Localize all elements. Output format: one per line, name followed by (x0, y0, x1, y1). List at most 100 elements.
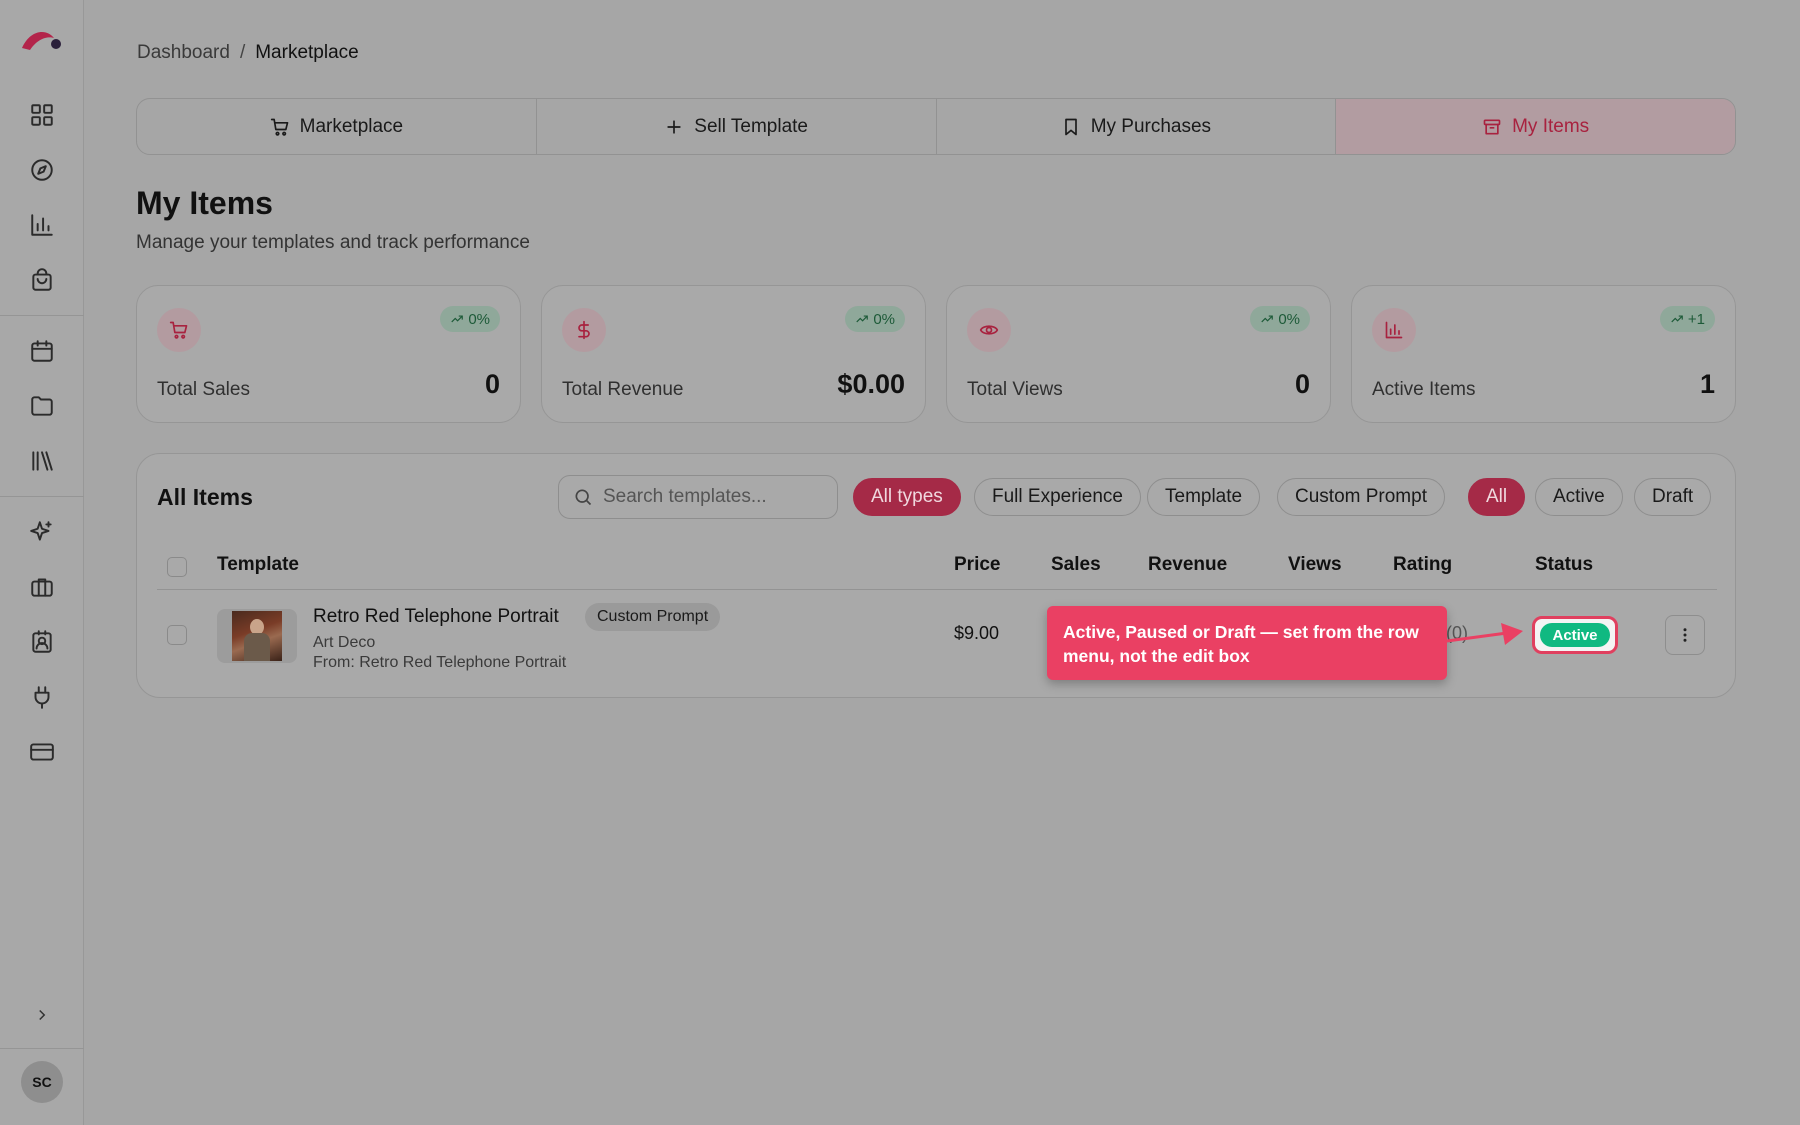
sidebar: SC (0, 0, 84, 1125)
column-header: Status (1535, 554, 1594, 575)
template-category: Art Deco (313, 634, 376, 651)
trend-value: 0% (468, 310, 490, 328)
eye-icon (967, 308, 1011, 352)
grid-icon[interactable] (27, 100, 57, 130)
plug-icon[interactable] (27, 682, 57, 712)
filter-all-types[interactable]: All types (853, 478, 961, 516)
brand-logo-icon[interactable] (20, 26, 64, 56)
cart-icon (157, 308, 201, 352)
column-header: Revenue (1148, 554, 1228, 575)
callout-arrow-icon (1446, 623, 1523, 645)
stat-card-active-items: +1 Active Items 1 (1351, 285, 1736, 423)
template-type-tag: Custom Prompt (585, 603, 721, 631)
expand-sidebar-icon[interactable] (30, 1003, 54, 1027)
page-subtitle: Manage your templates and track performa… (136, 232, 530, 253)
tutorial-callout: Active, Paused or Draft — set from the r… (1047, 606, 1447, 680)
template-name[interactable]: Retro Red Telephone Portrait (313, 606, 559, 628)
stat-value: 0 (484, 369, 500, 399)
trending-up-icon (856, 315, 869, 323)
column-header: Price (954, 554, 1001, 575)
column-header: Views (1288, 554, 1342, 575)
page-title: My Items (136, 185, 273, 221)
library-icon[interactable] (27, 446, 57, 476)
trend-badge: 0% (1250, 306, 1310, 332)
calendar-icon[interactable] (27, 336, 57, 366)
tab-label: Marketplace (299, 115, 404, 137)
breadcrumb-current: Marketplace (255, 42, 359, 63)
filter-template[interactable]: Template (1147, 478, 1261, 516)
trend-value: +1 (1687, 310, 1705, 328)
row-checkbox[interactable] (167, 625, 187, 645)
bar-chart-icon[interactable] (27, 210, 57, 240)
tab-marketplace[interactable]: Marketplace (137, 99, 537, 154)
sidebar-divider (0, 315, 84, 316)
trending-up-icon (1671, 315, 1683, 323)
stat-label: Total Views (967, 379, 1063, 400)
search-input[interactable] (603, 486, 813, 508)
marketplace-tabs: Marketplace Sell Template My Purchases M… (136, 98, 1736, 155)
compass-icon[interactable] (27, 155, 57, 185)
more-vertical-icon (1683, 628, 1687, 642)
search-box (558, 475, 838, 519)
dollar-icon (562, 308, 606, 352)
bar-chart-icon (1372, 308, 1416, 352)
trend-value: 0% (873, 310, 895, 328)
filter-custom-prompt[interactable]: Custom Prompt (1277, 478, 1445, 516)
trend-badge: 0% (845, 306, 905, 332)
template-thumbnail (217, 609, 297, 663)
all-items-card: All Items All types Full Experience Temp… (136, 453, 1736, 698)
filter-full-experience[interactable]: Full Experience (974, 478, 1141, 516)
template-price: $9.00 (954, 623, 1000, 643)
trending-up-icon (1261, 315, 1274, 323)
sidebar-divider (0, 1048, 84, 1049)
trending-up-icon (451, 315, 464, 323)
bookmark-icon (1064, 118, 1077, 135)
stat-label: Total Sales (157, 379, 250, 400)
tab-sell-template[interactable]: Sell Template (537, 99, 937, 154)
breadcrumb-dashboard[interactable]: Dashboard (137, 42, 230, 64)
trend-badge: +1 (1659, 306, 1715, 332)
tab-label: My Purchases (1090, 115, 1212, 137)
plus-icon (667, 119, 681, 134)
trend-badge: 0% (440, 306, 500, 332)
stat-card-total-sales: 0% Total Sales 0 (136, 285, 521, 423)
briefcase-icon[interactable] (27, 572, 57, 602)
breadcrumb: Dashboard / Marketplace (137, 42, 359, 64)
template-source: From: Retro Red Telephone Portrait (313, 654, 567, 671)
sidebar-divider (0, 496, 84, 497)
status-badge[interactable]: Active (1540, 623, 1610, 647)
filter-status-all[interactable]: All (1468, 478, 1526, 516)
contact-icon[interactable] (27, 627, 57, 657)
credit-card-icon[interactable] (27, 737, 57, 767)
stat-value: 1 (1699, 369, 1715, 399)
tab-label: Sell Template (694, 115, 808, 137)
folder-icon[interactable] (27, 391, 57, 421)
tab-label: My Items (1512, 115, 1590, 137)
stat-label: Total Revenue (562, 379, 684, 400)
shopping-bag-icon[interactable] (27, 265, 57, 295)
trend-value: 0% (1278, 310, 1300, 328)
section-title: All Items (157, 484, 253, 510)
filter-status-draft[interactable]: Draft (1634, 478, 1712, 516)
table-header: Template Price Sales Revenue Views Ratin… (157, 544, 1717, 590)
tab-my-purchases[interactable]: My Purchases (937, 99, 1337, 154)
stat-value: $0.00 (837, 369, 905, 399)
column-header: Template (217, 554, 300, 575)
row-menu-button[interactable] (1665, 615, 1705, 655)
tab-my-items[interactable]: My Items (1336, 99, 1735, 154)
column-header: Rating (1393, 554, 1453, 575)
select-all-checkbox[interactable] (167, 557, 187, 577)
sparkles-icon[interactable] (27, 517, 57, 547)
breadcrumb-separator: / (239, 42, 246, 63)
stat-card-total-views: 0% Total Views 0 (946, 285, 1331, 423)
user-avatar[interactable]: SC (21, 1061, 63, 1103)
search-icon (575, 489, 592, 506)
column-header: Sales (1051, 554, 1101, 575)
status-highlight: Active (1532, 616, 1618, 654)
stat-card-total-revenue: 0% Total Revenue $0.00 (541, 285, 926, 423)
cart-icon (270, 118, 288, 136)
stat-label: Active Items (1372, 379, 1476, 400)
filter-status-active[interactable]: Active (1535, 478, 1623, 516)
stat-value: 0 (1294, 369, 1310, 399)
archive-icon (1483, 119, 1501, 134)
